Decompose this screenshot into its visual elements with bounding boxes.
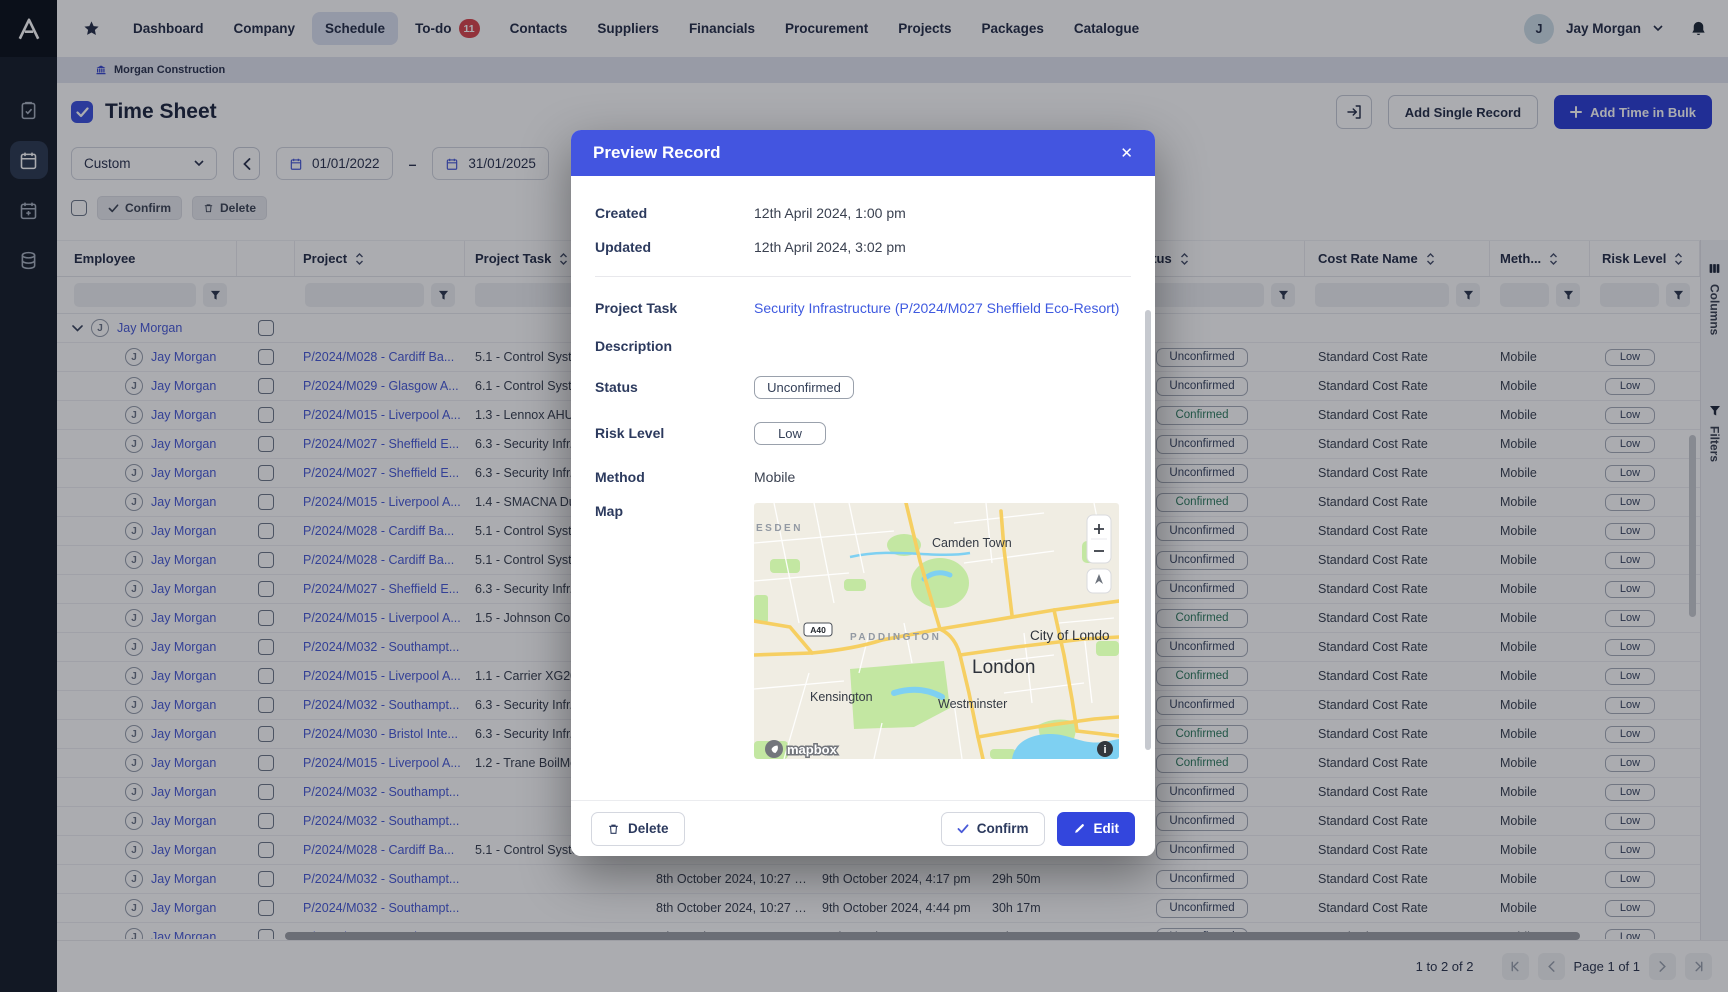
status-badge: Unconfirmed: [754, 376, 854, 399]
risk-level-row: Risk Level Low: [595, 413, 1131, 453]
map-row: Map: [595, 503, 1131, 759]
modal-header: Preview Record ✕: [571, 130, 1155, 176]
modal-footer: Delete Confirm Edit: [571, 800, 1155, 856]
modal-confirm-button[interactable]: Confirm: [941, 812, 1045, 846]
map-zoom-controls[interactable]: [1087, 515, 1111, 593]
project-task-link[interactable]: Security Infrastructure (P/2024/M027 She…: [754, 300, 1119, 316]
preview-record-modal: Preview Record ✕ Created 12th April 2024…: [571, 130, 1155, 856]
map-label-city-of-london: City of Londo: [1030, 628, 1110, 643]
status-row: Status Unconfirmed: [595, 367, 1131, 407]
modal-divider: [595, 276, 1131, 277]
updated-row: Updated 12th April 2024, 3:02 pm: [595, 230, 1131, 264]
modal-delete-button[interactable]: Delete: [591, 812, 685, 846]
svg-text:mapbox: mapbox: [787, 742, 838, 757]
updated-label: Updated: [595, 239, 754, 255]
modal-confirm-label: Confirm: [977, 821, 1029, 836]
map-info-icon[interactable]: i: [1097, 741, 1113, 757]
modal-scrollbar[interactable]: [1145, 310, 1151, 750]
method-label: Method: [595, 469, 754, 485]
map-label-willesden: ESDEN: [756, 523, 803, 534]
a40-road-shield: A40: [804, 623, 832, 636]
trash-icon: [607, 822, 620, 836]
modal-edit-label: Edit: [1094, 821, 1120, 836]
map-label-paddington: PADDINGTON: [850, 632, 941, 643]
app-root: DashboardCompanyScheduleTo-do11ContactsS…: [0, 0, 1728, 992]
modal-body: Created 12th April 2024, 1:00 pm Updated…: [571, 176, 1155, 759]
pencil-icon: [1073, 822, 1086, 835]
project-task-label: Project Task: [595, 300, 754, 316]
project-task-row: Project Task Security Infrastructure (P/…: [595, 291, 1131, 325]
created-row: Created 12th April 2024, 1:00 pm: [595, 196, 1131, 230]
description-row: Description: [595, 329, 1131, 363]
map-label-camden: Camden Town: [932, 536, 1012, 550]
map-label-westminster: Westminster: [938, 697, 1007, 711]
method-value: Mobile: [754, 469, 795, 485]
status-label: Status: [595, 379, 754, 395]
location-map[interactable]: A40 ESDEN Camden Town PADDINGTON City of…: [754, 503, 1119, 759]
modal-delete-label: Delete: [628, 821, 669, 836]
map-label: Map: [595, 503, 754, 519]
modal-title: Preview Record: [593, 143, 721, 163]
created-label: Created: [595, 205, 754, 221]
svg-text:i: i: [1103, 744, 1106, 756]
created-value: 12th April 2024, 1:00 pm: [754, 205, 906, 221]
mapbox-logo: mapbox: [765, 740, 838, 758]
modal-edit-button[interactable]: Edit: [1057, 812, 1136, 846]
svg-text:A40: A40: [810, 625, 826, 635]
risk-level-badge: Low: [754, 422, 826, 445]
risk-level-label: Risk Level: [595, 425, 754, 441]
map-label-kensington: Kensington: [810, 690, 873, 704]
check-icon: [957, 824, 969, 834]
updated-value: 12th April 2024, 3:02 pm: [754, 239, 906, 255]
description-label: Description: [595, 338, 754, 354]
close-icon[interactable]: ✕: [1120, 146, 1133, 161]
method-row: Method Mobile: [595, 459, 1131, 495]
map-label-london: London: [972, 657, 1035, 678]
